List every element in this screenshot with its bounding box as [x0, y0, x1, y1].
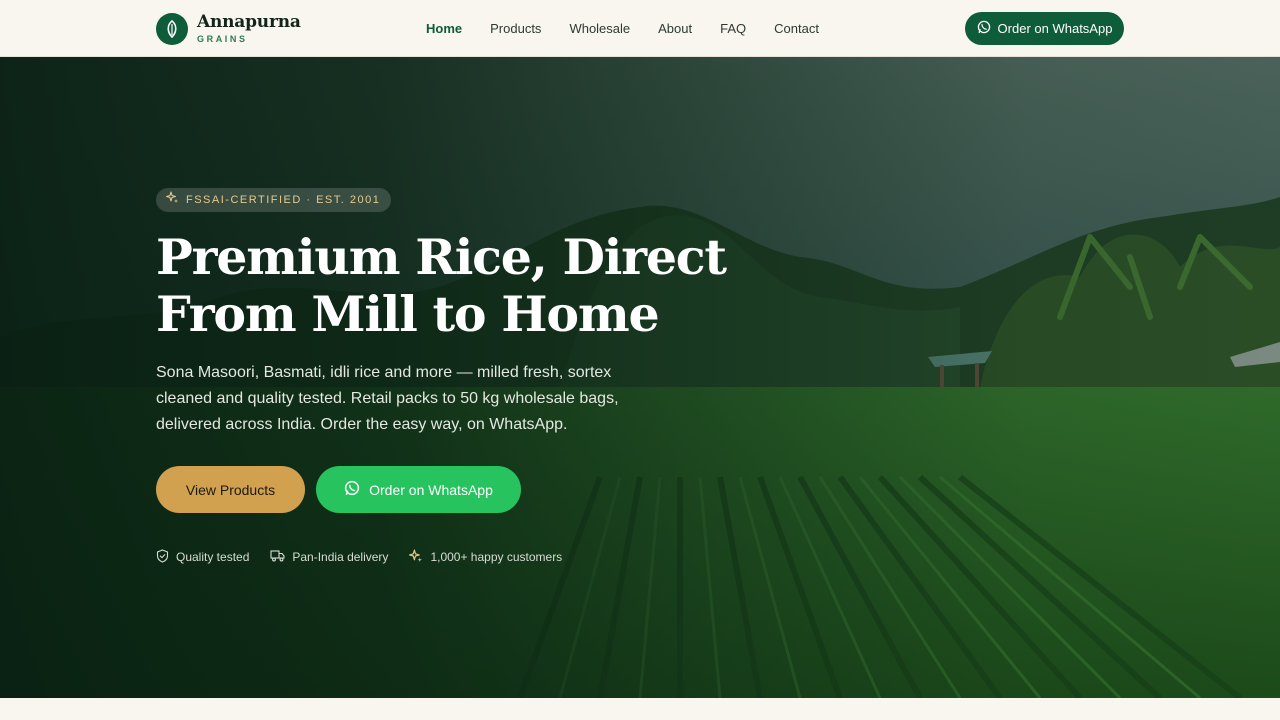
- view-products-button[interactable]: View Products: [156, 466, 305, 513]
- trust-label-quality: Quality tested: [176, 550, 250, 564]
- nav-item-contact[interactable]: Contact: [774, 21, 819, 36]
- header-whatsapp-label: Order on WhatsApp: [997, 21, 1113, 36]
- shield-check-icon: [156, 548, 169, 566]
- view-products-label: View Products: [185, 481, 276, 498]
- hero-title-line-1: Premium Rice, Direct: [156, 228, 727, 286]
- header-whatsapp-button[interactable]: Order on WhatsApp: [965, 12, 1124, 45]
- hero-whatsapp-label: Order on WhatsApp: [369, 481, 493, 498]
- whatsapp-icon: [977, 20, 991, 37]
- trust-item-quality: Quality tested: [156, 548, 250, 566]
- hero-section: FSSAI-CERTIFIED · EST. 2001 Premium Rice…: [0, 57, 1280, 698]
- trust-label-delivery: Pan-India delivery: [292, 550, 389, 564]
- certification-badge: FSSAI-CERTIFIED · EST. 2001: [156, 188, 392, 212]
- nav-item-about[interactable]: About: [658, 21, 692, 36]
- next-section-edge: [0, 698, 1280, 720]
- nav-item-products[interactable]: Products: [490, 21, 541, 36]
- trust-label-customers: 1,000+ happy customers: [430, 550, 563, 564]
- trust-item-customers: 1,000+ happy customers: [409, 548, 563, 566]
- hero-whatsapp-button[interactable]: Order on WhatsApp: [316, 466, 521, 513]
- hero-title-line-2: From Mill to Home: [156, 285, 660, 343]
- brand-name: Annapurna: [197, 11, 301, 32]
- site-header: Annapurna GRAINS Home Products Wholesale…: [0, 0, 1280, 57]
- hero-title: Premium Rice, Direct From Mill to Home: [156, 228, 727, 343]
- hero-description: Sona Masoori, Basmati, idli rice and mor…: [156, 364, 619, 433]
- trust-indicators: Quality tested Pan-India delivery 1,000+…: [156, 547, 583, 567]
- brand-logo[interactable]: Annapurna GRAINS: [156, 12, 301, 45]
- trust-item-delivery: Pan-India delivery: [270, 549, 388, 565]
- grain-leaf-icon: [156, 12, 188, 45]
- truck-icon: [270, 549, 285, 565]
- nav-item-home[interactable]: Home: [426, 21, 462, 36]
- nav-item-faq[interactable]: FAQ: [720, 21, 746, 36]
- whatsapp-icon: [344, 480, 360, 499]
- main-nav: Home Products Wholesale About FAQ Contac…: [426, 0, 847, 57]
- sparkles-icon: [165, 191, 179, 209]
- brand-tagline: GRAINS: [197, 33, 248, 44]
- sparkles-icon: [409, 548, 423, 566]
- badge-text: FSSAI-CERTIFIED · EST. 2001: [186, 194, 381, 206]
- nav-item-wholesale[interactable]: Wholesale: [569, 21, 630, 36]
